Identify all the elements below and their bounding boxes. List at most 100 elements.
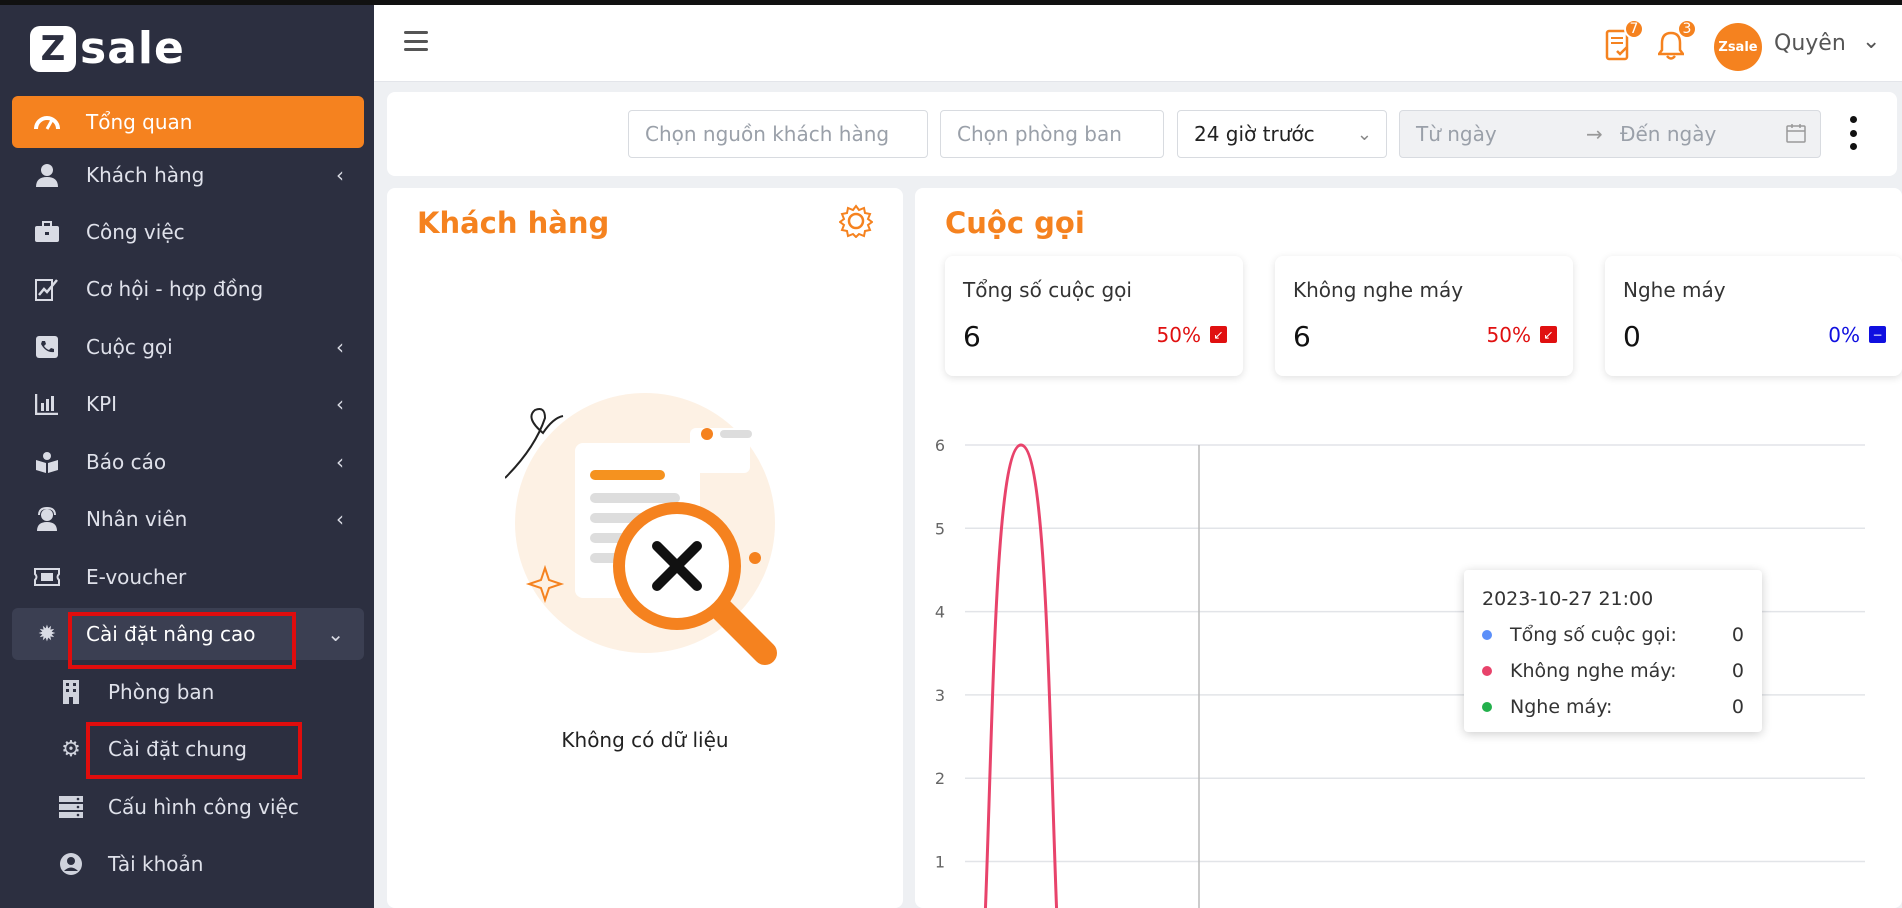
tooltip-series-name: Nghe máy: (1510, 696, 1613, 718)
legend-dot (1482, 666, 1492, 676)
gear-icon: ⚙ (61, 736, 81, 762)
y-tick-label: 2 (935, 769, 945, 788)
chevron-left-icon: ‹ (336, 163, 344, 187)
gear-icon[interactable] (838, 204, 874, 242)
sidebar-item-label: Cuộc gọi (86, 335, 173, 359)
sidebar-item-staff[interactable]: Nhân viên ‹ (12, 493, 364, 545)
chevron-left-icon: ‹ (336, 507, 344, 531)
stat-card-answered-calls: Nghe máy 0 0% − (1605, 256, 1902, 376)
stat-label: Nghe máy (1623, 278, 1726, 302)
filter-bar: Chọn nguồn khách hàng Chọn phòng ban 24 … (387, 92, 1897, 176)
sidebar-item-label: Nhân viên (86, 507, 188, 531)
from-date-input[interactable]: Từ ngày (1416, 122, 1497, 146)
arrow-right-icon: → (1586, 122, 1603, 146)
zsale-logo[interactable]: Z sale (30, 23, 185, 74)
sidebar-subitem-departments[interactable]: Phòng ban (12, 666, 364, 718)
to-date-input[interactable]: Đến ngày (1620, 122, 1716, 146)
stat-card-missed-calls: Không nghe máy 6 50% ↙ (1275, 256, 1573, 376)
stat-value: 0 (1623, 320, 1641, 353)
logo-text: sale (80, 23, 185, 74)
sidebar-item-evoucher[interactable]: E-voucher (12, 551, 364, 603)
bell-icon[interactable]: 3 (1655, 19, 1697, 63)
trend-down-icon: ↙ (1540, 326, 1557, 343)
calls-card-title: Cuộc gọi (945, 206, 1085, 240)
menu-toggle-icon[interactable] (404, 31, 428, 51)
notification-badge: 3 (1677, 19, 1697, 39)
trend-down-icon: ↙ (1210, 326, 1227, 343)
sidebar-item-label: E-voucher (86, 565, 187, 589)
chart-tooltip: 2023-10-27 21:00 Tổng số cuộc gọi: 0 Khô… (1464, 570, 1762, 732)
task-badge: 7 (1624, 19, 1644, 39)
stat-percent: 0% (1828, 323, 1860, 347)
sidebar-item-opportunities[interactable]: Cơ hội - hợp đồng (12, 263, 364, 315)
sidebar-item-label: Báo cáo (86, 450, 167, 474)
y-tick-label: 4 (935, 603, 945, 622)
sidebar-subitem-account[interactable]: Tài khoản (12, 838, 364, 890)
topbar: 7 3 Zsale Quyên ⌄ (374, 5, 1902, 82)
stat-percent: 50% (1156, 323, 1201, 347)
no-data-illustration (504, 388, 805, 692)
sidebar: Z sale Tổng quan Khách hàng ‹ Công việc (0, 5, 374, 908)
time-range-select[interactable]: 24 giờ trước ⌄ (1177, 110, 1387, 158)
report-icon (34, 449, 60, 475)
sidebar-subitem-label: Phòng ban (108, 680, 215, 704)
chevron-down-icon[interactable]: ⌄ (1862, 29, 1880, 54)
dashboard-icon (34, 109, 60, 135)
more-options-icon[interactable] (1849, 116, 1857, 150)
user-icon (34, 162, 60, 188)
bar-chart-icon (34, 391, 60, 417)
y-tick-label: 6 (935, 436, 945, 455)
chevron-left-icon: ‹ (336, 335, 344, 359)
tooltip-series-value: 0 (1731, 660, 1744, 682)
sidebar-subitem-task-config[interactable]: Cấu hình công việc (12, 781, 364, 833)
date-range-picker[interactable]: Từ ngày → Đến ngày (1399, 110, 1821, 158)
y-tick-label: 1 (935, 853, 945, 872)
sidebar-subitem-label: Tài khoản (108, 852, 204, 876)
sidebar-item-customers[interactable]: Khách hàng ‹ (12, 149, 364, 201)
chevron-down-icon: ⌄ (327, 622, 344, 646)
y-tick-label: 3 (935, 686, 945, 705)
highlight-box-advanced-settings (68, 612, 296, 669)
sidebar-item-label: Tổng quan (86, 110, 193, 134)
highlight-box-general-settings (86, 722, 302, 779)
account-icon (58, 851, 84, 877)
chevron-down-icon: ⌄ (1356, 123, 1372, 145)
tooltip-row: Nghe máy: 0 (1482, 694, 1744, 720)
building-icon (58, 679, 84, 705)
tooltip-row: Không nghe máy: 0 (1482, 658, 1744, 684)
sidebar-item-reports[interactable]: Báo cáo ‹ (12, 436, 364, 488)
username[interactable]: Quyên (1774, 31, 1846, 56)
logo-mark: Z (30, 25, 76, 72)
sidebar-item-tasks[interactable]: Công việc (12, 206, 364, 258)
sidebar-item-label: Khách hàng (86, 163, 205, 187)
staff-icon (34, 506, 60, 532)
stat-percent: 50% (1486, 323, 1531, 347)
empty-state-text: Không có dữ liệu (561, 728, 729, 752)
y-tick-label: 5 (935, 519, 945, 538)
legend-dot (1482, 702, 1492, 712)
sidebar-item-calls[interactable]: Cuộc gọi ‹ (12, 321, 364, 373)
tooltip-series-value: 0 (1731, 624, 1744, 646)
trend-flat-icon: − (1869, 326, 1886, 343)
department-select[interactable]: Chọn phòng ban (940, 110, 1164, 158)
tooltip-title: 2023-10-27 21:00 (1482, 588, 1654, 610)
sidebar-item-label: Cơ hội - hợp đồng (86, 277, 264, 301)
customer-source-select[interactable]: Chọn nguồn khách hàng (628, 110, 928, 158)
sidebar-item-kpi[interactable]: KPI ‹ (12, 378, 364, 430)
sidebar-item-label: KPI (86, 392, 118, 416)
calendar-icon (1786, 123, 1806, 148)
task-list-icon[interactable]: 7 (1602, 19, 1644, 63)
customers-card-title: Khách hàng (417, 206, 610, 240)
ticket-icon (34, 564, 60, 590)
gear-icon: ✹ (37, 621, 57, 647)
sidebar-subitem-label: Cấu hình công việc (108, 795, 299, 819)
phone-icon (34, 334, 60, 360)
sidebar-item-overview[interactable]: Tổng quan (12, 96, 364, 148)
avatar[interactable]: Zsale (1714, 23, 1762, 71)
briefcase-icon (34, 219, 60, 245)
tooltip-series-value: 0 (1731, 696, 1744, 718)
tooltip-series-name: Tổng số cuộc gọi: (1510, 624, 1677, 646)
sidebar-item-label: Công việc (86, 220, 185, 244)
stat-label: Tổng số cuộc gọi (963, 278, 1132, 302)
chevron-left-icon: ‹ (336, 392, 344, 416)
